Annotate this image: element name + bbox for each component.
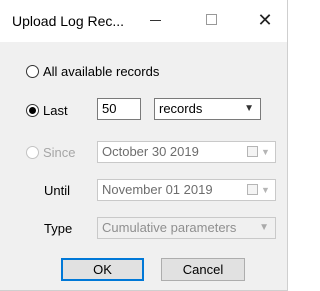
ok-button[interactable]: OK	[61, 258, 144, 281]
last-unit-value: records	[159, 101, 203, 116]
until-date-picker[interactable]: November 01 2019 ▼	[97, 179, 276, 201]
radio-last[interactable]	[26, 104, 39, 117]
maximize-icon[interactable]	[202, 10, 222, 30]
option-last[interactable]: Last	[26, 103, 68, 118]
title-bar: Upload Log Rec... ✕	[0, 0, 287, 42]
chevron-down-icon: ▼	[261, 185, 270, 195]
radio-all-records[interactable]	[26, 65, 39, 78]
window-title: Upload Log Rec...	[12, 13, 125, 29]
option-since[interactable]: Since	[26, 145, 76, 160]
type-value: Cumulative parameters	[102, 220, 237, 235]
cancel-button[interactable]: Cancel	[161, 258, 245, 281]
option-all-records[interactable]: All available records	[26, 64, 159, 79]
chevron-down-icon: ▼	[261, 147, 270, 157]
calendar-icon	[247, 184, 258, 195]
minimize-icon[interactable]	[147, 10, 167, 30]
since-date-picker[interactable]: October 30 2019 ▼	[97, 141, 276, 163]
chevron-down-icon: ▼	[244, 103, 254, 114]
calendar-icon	[247, 146, 258, 157]
last-unit-select[interactable]: records ▼	[154, 98, 261, 120]
type-label: Type	[44, 221, 73, 236]
type-select[interactable]: Cumulative parameters ▼	[97, 217, 276, 239]
until-label: Until	[44, 183, 71, 198]
last-label: Last	[43, 103, 68, 118]
upload-log-records-dialog: Upload Log Rec... ✕ All available record…	[0, 0, 288, 291]
until-date-value: November 01 2019	[102, 182, 213, 197]
chevron-down-icon: ▼	[259, 222, 269, 233]
close-icon[interactable]: ✕	[255, 10, 275, 30]
since-label: Since	[43, 145, 76, 160]
since-date-value: October 30 2019	[102, 144, 199, 159]
last-count-input[interactable]: 50	[97, 98, 141, 120]
radio-since[interactable]	[26, 146, 39, 159]
all-records-label: All available records	[43, 64, 160, 79]
